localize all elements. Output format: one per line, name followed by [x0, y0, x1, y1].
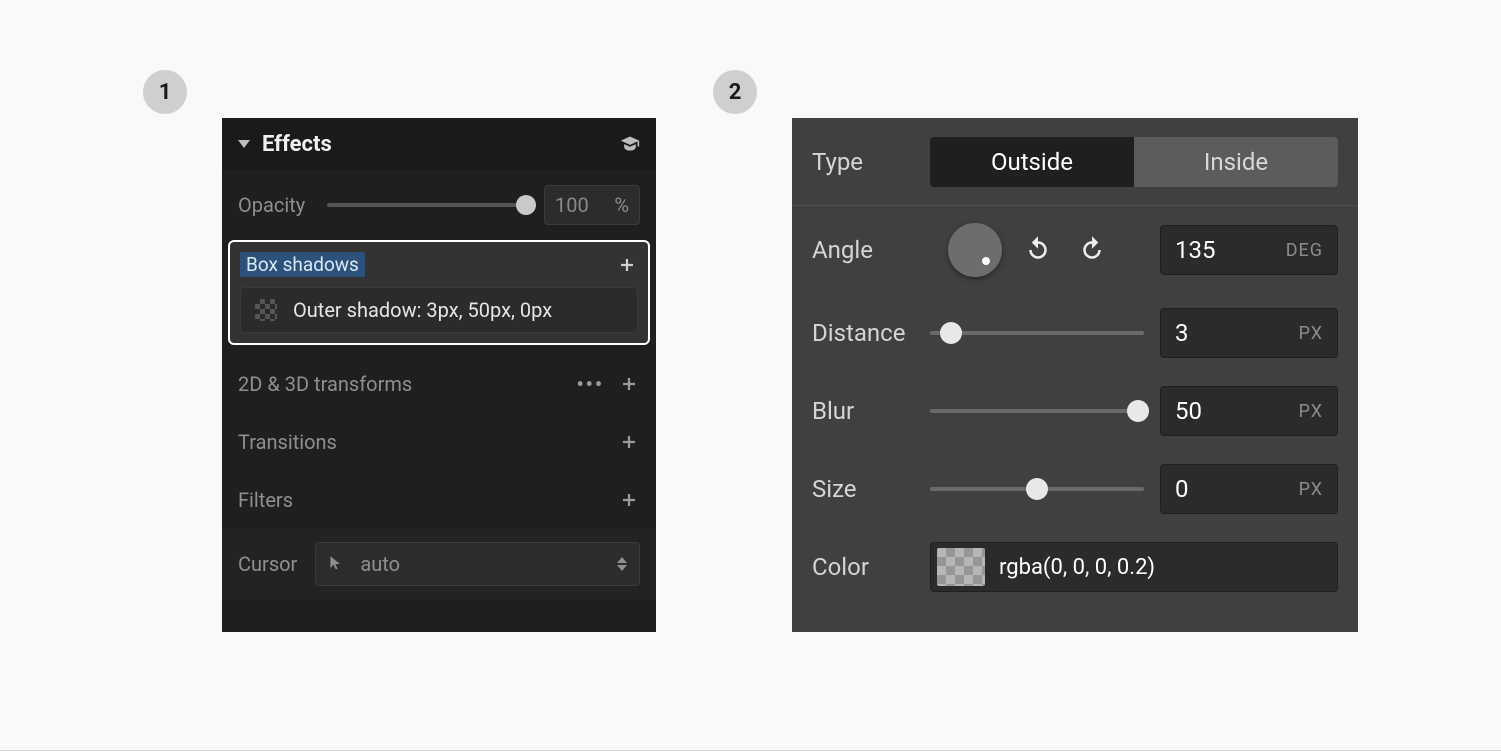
blur-value-box[interactable]: 50 PX	[1160, 386, 1338, 436]
blur-slider[interactable]	[930, 409, 1144, 413]
opacity-value-box[interactable]: 100 %	[544, 185, 640, 225]
cursor-value: auto	[360, 552, 400, 576]
type-outside-button[interactable]: Outside	[930, 137, 1134, 187]
filters-row: Filters	[222, 471, 656, 529]
shadow-color-swatch[interactable]	[255, 299, 277, 321]
blur-label: Blur	[812, 397, 930, 425]
more-icon[interactable]: •••	[576, 372, 604, 396]
effects-title: Effects	[262, 132, 332, 157]
type-segmented-control: Outside Inside	[930, 137, 1338, 187]
transforms-label: 2D & 3D transforms	[238, 372, 412, 396]
color-swatch[interactable]	[937, 548, 985, 586]
distance-value: 3	[1175, 319, 1189, 347]
cursor-select[interactable]: auto	[315, 542, 640, 586]
color-row: Color rgba(0, 0, 0, 0.2)	[792, 528, 1358, 606]
box-shadows-title[interactable]: Box shadows	[240, 252, 365, 277]
collapse-triangle-icon	[238, 140, 250, 148]
angle-label: Angle	[812, 236, 930, 264]
cursor-label: Cursor	[238, 552, 297, 576]
graduation-cap-icon[interactable]	[620, 134, 640, 154]
box-shadows-section: Box shadows Outer shadow: 3px, 50px, 0px	[228, 240, 650, 345]
opacity-row: Opacity 100 %	[222, 170, 656, 240]
add-box-shadow-button[interactable]	[616, 254, 638, 276]
size-slider[interactable]	[930, 487, 1144, 491]
opacity-value: 100	[555, 193, 589, 217]
angle-unit: DEG	[1286, 240, 1323, 261]
color-value: rgba(0, 0, 0, 0.2)	[999, 555, 1155, 580]
blur-unit: PX	[1299, 401, 1323, 422]
effects-panel: Effects Opacity 100 % Box shadows Outer …	[222, 118, 656, 632]
cursor-row: Cursor auto	[222, 529, 656, 599]
type-label: Type	[812, 148, 930, 176]
select-chevrons-icon	[617, 557, 627, 571]
distance-label: Distance	[812, 319, 930, 347]
size-value: 0	[1175, 475, 1189, 503]
shadow-settings-panel: Type Outside Inside Angle 135 DEG Distan…	[792, 118, 1358, 632]
transforms-row: 2D & 3D transforms •••	[222, 355, 656, 413]
transitions-label: Transitions	[238, 430, 337, 454]
opacity-slider[interactable]	[327, 203, 526, 207]
type-row: Type Outside Inside	[792, 118, 1358, 206]
add-transform-button[interactable]	[618, 373, 640, 395]
rotate-cw-button[interactable]	[1074, 232, 1110, 268]
blur-value: 50	[1175, 397, 1202, 425]
distance-slider-thumb[interactable]	[940, 322, 962, 344]
angle-value-box[interactable]: 135 DEG	[1160, 225, 1338, 275]
step-badge-2: 2	[713, 70, 757, 114]
size-value-box[interactable]: 0 PX	[1160, 464, 1338, 514]
box-shadow-item[interactable]: Outer shadow: 3px, 50px, 0px	[240, 287, 638, 333]
size-unit: PX	[1299, 479, 1323, 500]
angle-dial[interactable]	[948, 223, 1002, 277]
add-filter-button[interactable]	[618, 489, 640, 511]
blur-row: Blur 50 PX	[792, 372, 1358, 450]
angle-value: 135	[1175, 236, 1215, 264]
blur-slider-thumb[interactable]	[1127, 400, 1149, 422]
add-transition-button[interactable]	[618, 431, 640, 453]
filters-label: Filters	[238, 488, 293, 512]
size-label: Size	[812, 475, 930, 503]
effects-header[interactable]: Effects	[222, 118, 656, 170]
distance-unit: PX	[1299, 323, 1323, 344]
cursor-arrow-icon	[328, 555, 346, 573]
color-label: Color	[812, 553, 930, 581]
box-shadow-item-label: Outer shadow: 3px, 50px, 0px	[293, 298, 552, 322]
opacity-slider-thumb[interactable]	[516, 195, 536, 215]
distance-row: Distance 3 PX	[792, 294, 1358, 372]
color-input[interactable]: rgba(0, 0, 0, 0.2)	[930, 542, 1338, 592]
distance-value-box[interactable]: 3 PX	[1160, 308, 1338, 358]
type-inside-button[interactable]: Inside	[1134, 137, 1338, 187]
size-slider-thumb[interactable]	[1026, 478, 1048, 500]
opacity-label: Opacity	[238, 193, 305, 217]
distance-slider[interactable]	[930, 331, 1144, 335]
size-row: Size 0 PX	[792, 450, 1358, 528]
angle-indicator-dot	[982, 257, 990, 265]
transitions-row: Transitions	[222, 413, 656, 471]
rotate-ccw-button[interactable]	[1020, 232, 1056, 268]
step-badge-1: 1	[143, 70, 187, 114]
opacity-unit: %	[614, 193, 629, 217]
angle-row: Angle 135 DEG	[792, 206, 1358, 294]
